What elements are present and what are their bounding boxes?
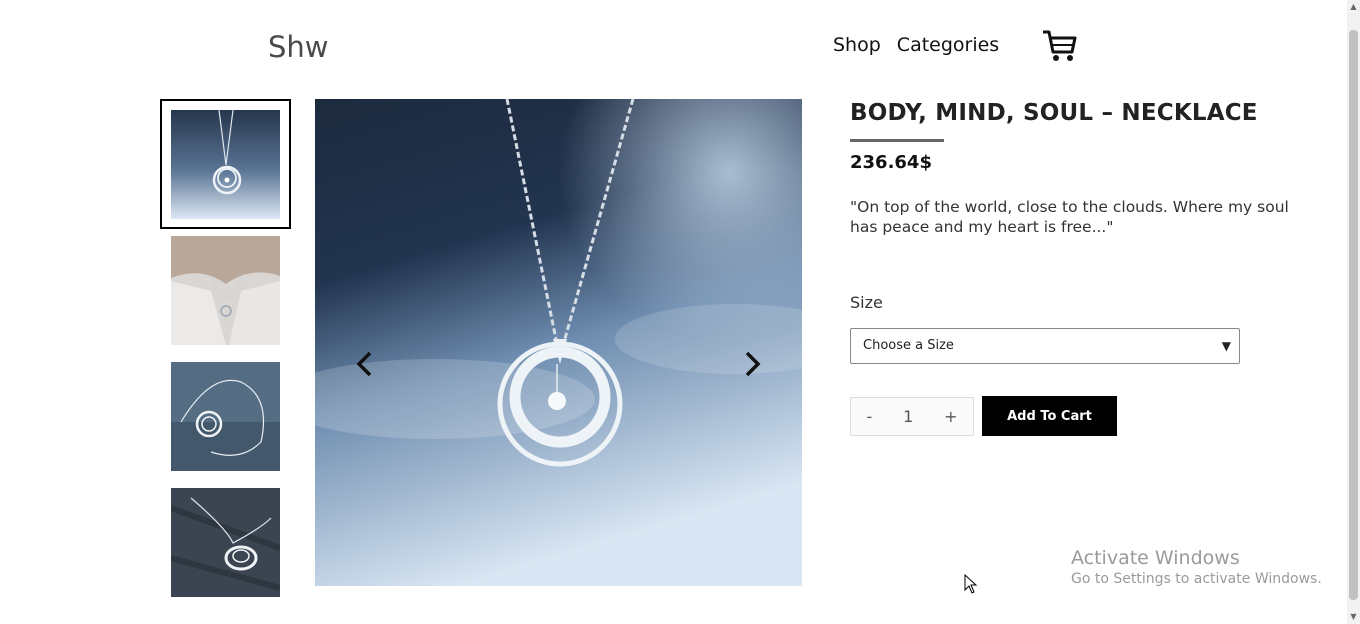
thumbnail-image [171, 236, 280, 345]
chevron-right-icon[interactable] [737, 349, 767, 379]
scrollbar-thumb[interactable] [1349, 30, 1358, 600]
scroll-down-icon[interactable]: ▼ [1349, 612, 1358, 622]
product-description: "On top of the world, close to the cloud… [850, 198, 1289, 236]
watermark-line-1: Activate Windows [1071, 547, 1240, 569]
nav-categories[interactable]: Categories [897, 34, 999, 56]
site-logo[interactable]: Shw [268, 30, 329, 64]
main-nav: Shop Categories [833, 34, 999, 56]
nav-shop[interactable]: Shop [833, 34, 881, 56]
add-to-cart-button[interactable]: Add To Cart [982, 396, 1117, 436]
title-divider [850, 139, 944, 142]
product-title: BODY, MIND, SOUL – NECKLACE [850, 100, 1258, 126]
size-select-value: Choose a Size [863, 338, 954, 353]
thumbnail-1[interactable] [160, 99, 291, 229]
vertical-scrollbar[interactable]: ▲ ▼ [1347, 0, 1360, 624]
thumbnail-image [171, 362, 280, 471]
main-product-image [315, 99, 802, 586]
shopping-cart-icon[interactable] [1041, 28, 1079, 64]
thumbnail-2[interactable] [160, 227, 291, 357]
thumbnail-image [171, 110, 280, 219]
chevron-down-icon: ▼ [1221, 339, 1231, 353]
thumbnail-3[interactable] [160, 353, 291, 483]
product-info: BODY, MIND, SOUL – NECKLACE 236.64$ "On … [850, 100, 1290, 436]
thumbnail-image [171, 488, 280, 597]
qty-minus-button[interactable]: - [866, 407, 872, 426]
thumbnail-4[interactable] [160, 479, 291, 609]
mouse-cursor-icon [964, 573, 978, 598]
product-price: 236.64$ [850, 152, 932, 173]
quantity-stepper: - 1 + [850, 397, 974, 436]
qty-plus-button[interactable]: + [944, 407, 957, 426]
size-label: Size [850, 293, 883, 312]
size-select[interactable]: Choose a Size ▼ [850, 328, 1240, 364]
qty-value: 1 [903, 407, 914, 426]
watermark-line-2: Go to Settings to activate Windows. [1071, 571, 1322, 587]
chevron-left-icon[interactable] [350, 349, 380, 379]
scroll-up-icon[interactable]: ▲ [1349, 2, 1358, 12]
activation-watermark: Activate Windows Go to Settings to activ… [1071, 547, 1322, 587]
